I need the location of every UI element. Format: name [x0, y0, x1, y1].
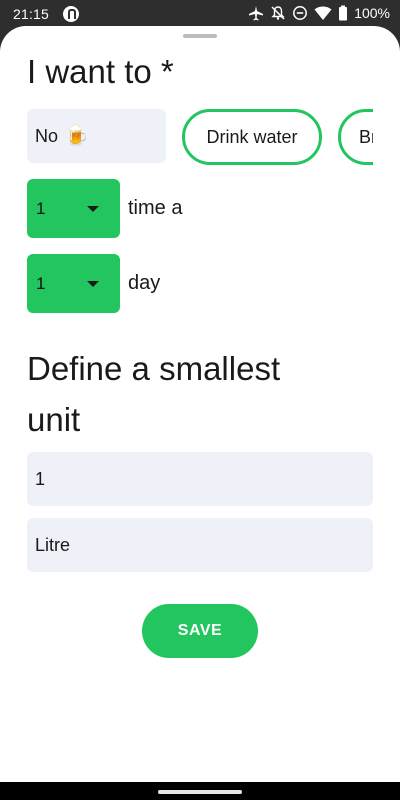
choice-chip-partial[interactable]: Br — [338, 109, 373, 165]
status-time: 21:15 — [13, 6, 50, 22]
period-row: 1 day — [27, 254, 160, 313]
times-row: 1 time a — [27, 179, 182, 238]
navigation-bar — [0, 782, 400, 800]
choice-chip-row[interactable]: No 🍺 Drink water Br — [27, 109, 373, 165]
battery-percentage: 100% — [354, 5, 390, 21]
amount-field[interactable]: 1 — [27, 452, 373, 506]
battery-icon — [339, 5, 348, 21]
do-not-disturb-icon — [293, 6, 308, 20]
choice-chip-no[interactable]: No 🍺 — [27, 109, 166, 163]
wifi-icon — [314, 6, 332, 20]
home-indicator[interactable] — [158, 790, 242, 794]
section-title: Define a smallest unit — [27, 350, 281, 438]
period-label: day — [128, 272, 161, 294]
notifications-off-icon — [271, 6, 285, 20]
choice-chip-label: Drink water — [206, 126, 298, 147]
status-bar: 21:15 100% — [0, 0, 400, 28]
times-select[interactable]: 1 — [27, 179, 120, 238]
airplane-icon — [249, 6, 264, 21]
choice-chip-label: No — [35, 125, 59, 146]
dropdown-arrow-icon — [87, 206, 99, 212]
period-select[interactable]: 1 — [27, 254, 120, 313]
choice-chip-label: Br — [359, 126, 373, 147]
status-icons: 100% — [248, 5, 390, 21]
save-button[interactable]: SAVE — [142, 604, 258, 658]
unit-field[interactable]: Litre — [27, 518, 373, 572]
app-notification-icon — [63, 6, 79, 22]
form-title: I want to * — [27, 53, 174, 90]
times-select-value: 1 — [36, 199, 46, 218]
bottom-sheet: I want to * No 🍺 Drink water Br 1 time a… — [0, 26, 400, 782]
times-label: time a — [128, 197, 183, 219]
period-select-value: 1 — [36, 274, 46, 293]
beer-icon: 🍺 — [64, 125, 89, 147]
dropdown-arrow-icon — [87, 281, 99, 287]
choice-chip-drink-water[interactable]: Drink water — [182, 109, 322, 165]
drag-handle[interactable] — [183, 34, 217, 38]
